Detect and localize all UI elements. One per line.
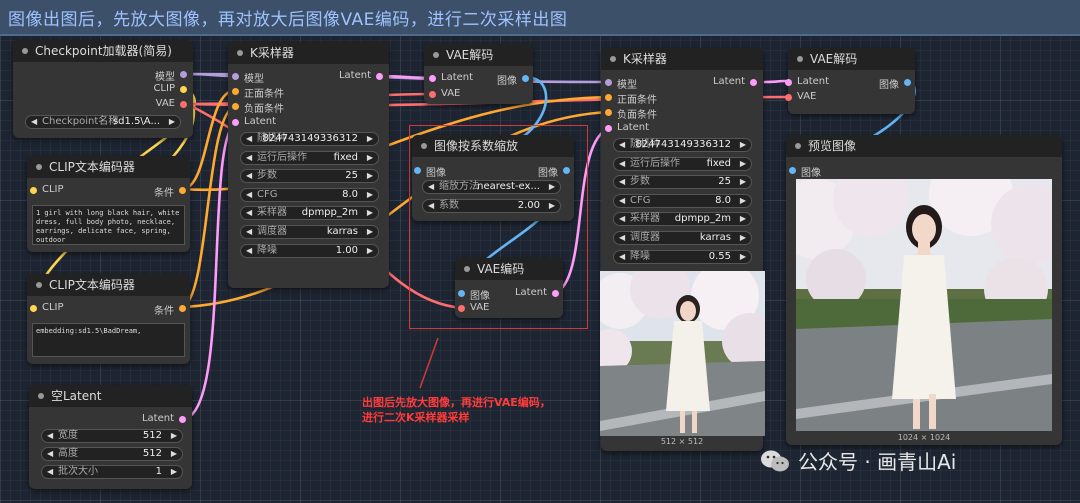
workflow-canvas[interactable]: 图像出图后，先放大图像，再对放大后图像VAE编码，进行二次采样出图 Checkp… xyxy=(0,0,1080,503)
annotation-arrow xyxy=(419,337,439,389)
watermark: 公众号 · 画青山Ai xyxy=(760,446,956,475)
wechat-icon xyxy=(761,450,789,471)
annotation-arrow-line xyxy=(419,337,439,389)
watermark-text: 公众号 · 画青山Ai xyxy=(798,450,957,474)
annotation-text: 出图后先放大图像，再进行VAE编码， 进行二次K采样器采样 xyxy=(362,396,551,424)
